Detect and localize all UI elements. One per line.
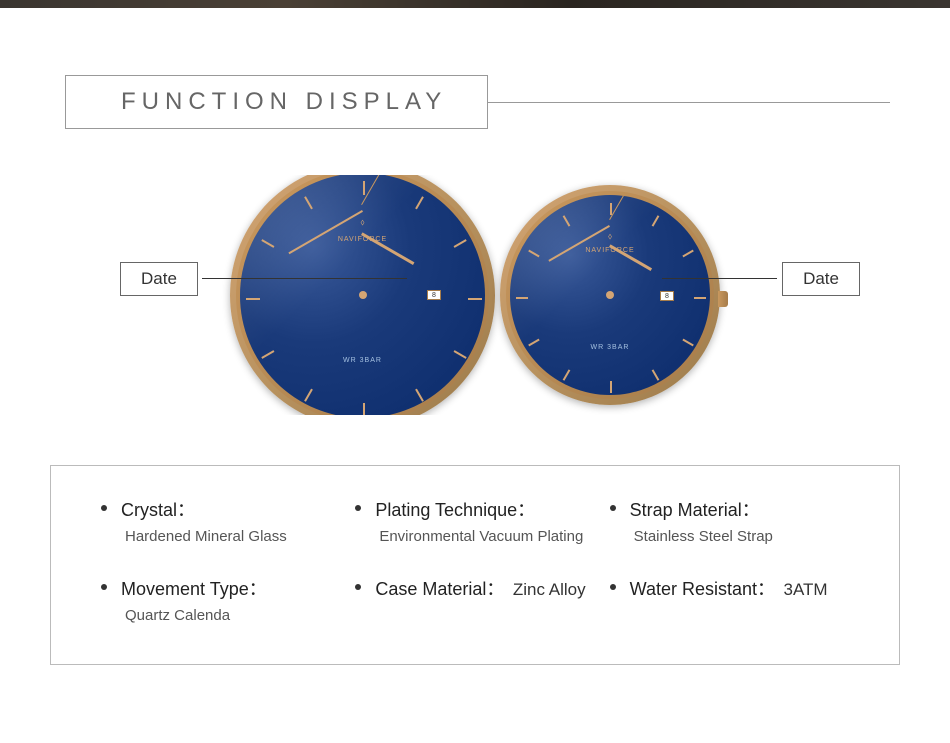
title-section: FUNCTION DISPLAY <box>0 75 950 129</box>
watch-small: ⬨ NAVIFORCE WR 3BAR 8 <box>500 185 720 405</box>
hour-marker <box>246 298 260 300</box>
water-resist-text: WR 3BAR <box>510 344 710 351</box>
hour-marker <box>610 381 612 393</box>
hour-marker <box>516 297 528 299</box>
callout-label-right: Date <box>782 262 860 296</box>
hour-marker <box>652 215 660 226</box>
spec-value: Stainless Steel Strap <box>630 528 864 545</box>
spec-water-resistant: Water Resistant： 3ATM <box>610 575 864 624</box>
hour-marker <box>304 388 313 401</box>
hour-marker <box>563 369 571 380</box>
spec-value: Hardened Mineral Glass <box>121 528 355 545</box>
decorative-top-strip <box>0 0 950 8</box>
date-window: 8 <box>660 291 674 301</box>
specifications-panel: Crystal： Hardened Mineral Glass Plating … <box>50 465 900 665</box>
spec-label: Water Resistant： <box>630 579 775 599</box>
callout-label-left: Date <box>120 262 198 296</box>
spec-strap: Strap Material： Stainless Steel Strap <box>610 496 864 545</box>
spec-label: Plating Technique： <box>375 496 609 522</box>
brand-logo-icon: ⬨ <box>240 217 485 228</box>
callout-line-right <box>662 278 777 279</box>
brand-name: NAVIFORCE <box>240 236 485 243</box>
hour-marker <box>652 369 660 380</box>
spec-label: Strap Material： <box>630 496 864 522</box>
spec-value: Environmental Vacuum Plating <box>375 528 609 545</box>
specs-row: Movement Type： Quartz Calenda Case Mater… <box>101 575 864 624</box>
callout-line-left <box>202 278 407 279</box>
specs-row: Crystal： Hardened Mineral Glass Plating … <box>101 496 864 545</box>
hour-marker <box>468 298 482 300</box>
second-hand <box>361 175 407 205</box>
second-hand <box>609 195 647 220</box>
spec-label: Case Material： <box>375 579 504 599</box>
watch-large: ⬨ NAVIFORCE WR 3BAR 8 <box>230 175 495 415</box>
spec-value: Zinc Alloy <box>513 580 586 599</box>
section-title: FUNCTION DISPLAY <box>65 75 488 129</box>
hour-marker <box>415 388 424 401</box>
spec-value: Quartz Calenda <box>121 607 355 624</box>
spec-label: Crystal： <box>121 496 355 522</box>
hour-marker <box>415 196 424 209</box>
spec-value: 3ATM <box>783 580 827 599</box>
center-cap <box>606 291 614 299</box>
date-window: 8 <box>427 290 441 300</box>
hour-marker <box>363 403 365 416</box>
hour-marker <box>694 297 706 299</box>
spec-label: Movement Type： <box>121 575 355 601</box>
spec-plating: Plating Technique： Environmental Vacuum … <box>355 496 609 545</box>
brand-logo-icon: ⬨ <box>510 231 710 242</box>
spec-movement: Movement Type： Quartz Calenda <box>101 575 355 624</box>
water-resist-text: WR 3BAR <box>240 357 485 364</box>
hour-marker <box>363 181 365 195</box>
title-divider-line <box>488 102 890 103</box>
spec-crystal: Crystal： Hardened Mineral Glass <box>101 496 355 545</box>
hour-marker <box>563 215 571 226</box>
hour-marker <box>304 196 313 209</box>
center-cap <box>359 291 367 299</box>
hour-marker <box>610 203 612 215</box>
spec-case: Case Material： Zinc Alloy <box>355 575 609 624</box>
watch-crown <box>718 291 728 307</box>
